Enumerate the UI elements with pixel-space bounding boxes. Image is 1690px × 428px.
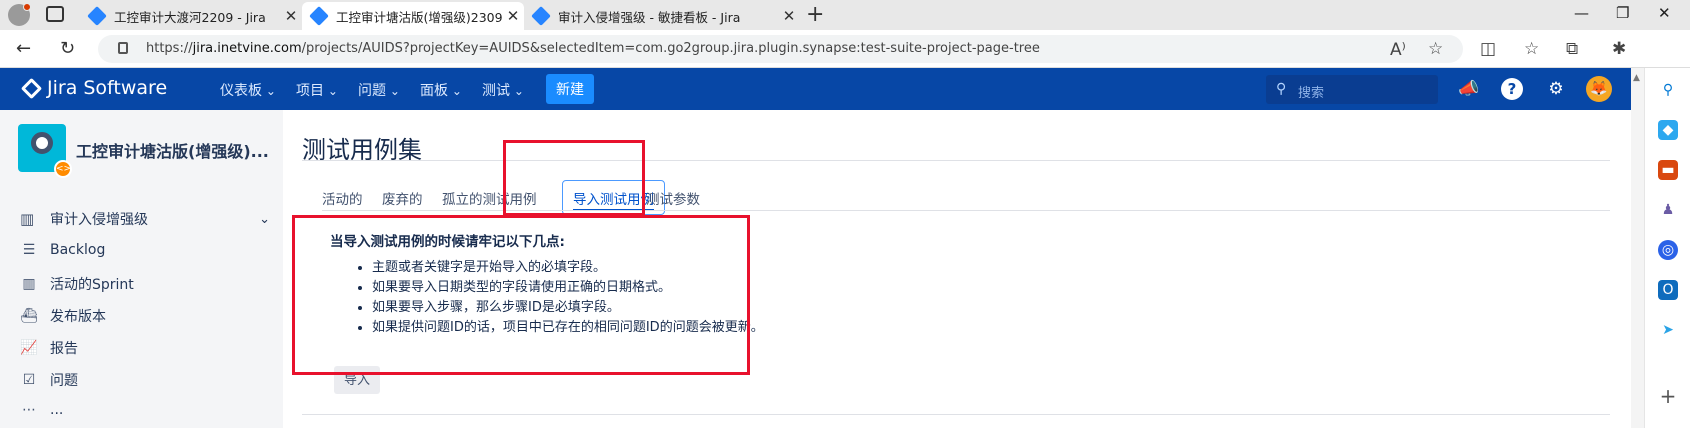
sidebar-item-label: 活动的Sprint — [50, 277, 134, 293]
edge-search-icon[interactable]: ⚲ — [1658, 80, 1678, 100]
new-tab-button[interactable]: + — [806, 2, 824, 27]
sidebar-item-more[interactable]: ⋯... — [20, 402, 63, 418]
favorites-icon[interactable]: ☆ — [1524, 39, 1539, 59]
search-input[interactable]: ⚲ 搜索 — [1266, 75, 1438, 104]
project-avatar[interactable]: <> — [18, 124, 72, 178]
menu-dashboards[interactable]: 仪表板 — [220, 80, 276, 100]
url-field[interactable]: https://jira.inetvine.com/projects/AUIDS… — [98, 35, 1463, 63]
edge-add-icon[interactable]: + — [1658, 386, 1678, 406]
close-tab-icon[interactable]: ✕ — [280, 7, 302, 25]
favorite-star-icon[interactable]: ☆ — [1428, 39, 1443, 59]
project-sidebar: <> 工控审计塘沽版(增强级)... ▥ 审计入侵增强级 ⌄ ☰ Backlog … — [0, 110, 283, 428]
extensions-icon[interactable]: ✱ — [1612, 39, 1626, 59]
more-icon: ⋯ — [22, 402, 36, 418]
sidebar-item-label: Backlog — [50, 242, 106, 258]
close-window-button[interactable]: ✕ — [1658, 4, 1671, 22]
ship-icon: ⛴ — [20, 308, 38, 324]
jira-favicon-icon — [531, 6, 551, 26]
sprint-board-icon: ▥ — [22, 276, 36, 292]
sidebar-item-label: 报告 — [50, 341, 78, 357]
tab-deprecated[interactable]: 废弃的 — [382, 188, 423, 208]
chart-line-icon: 📈 — [20, 340, 38, 356]
board-name: 审计入侵增强级 — [50, 212, 148, 228]
url-prefix: https:// — [146, 41, 193, 56]
tab-actions-icon[interactable] — [46, 6, 64, 22]
lock-icon[interactable] — [118, 42, 128, 54]
url-host: jira.inetvine.com — [192, 41, 302, 56]
board-switcher[interactable]: ▥ 审计入侵增强级 ⌄ — [20, 209, 270, 229]
edge-shopping-icon[interactable]: ◆ — [1658, 120, 1678, 140]
sidebar-item-label: ... — [50, 402, 64, 418]
refresh-icon[interactable]: ↻ — [60, 38, 75, 59]
sidebar-item-issues[interactable]: ☑ 问题 — [20, 370, 78, 390]
annotation-box-tab — [503, 140, 645, 216]
sidebar-item-backlog[interactable]: ☰ Backlog — [20, 242, 106, 258]
browser-tab-title: 工控审计大渡河2209 - Jira — [114, 9, 266, 25]
sidebar-item-label: 问题 — [50, 373, 78, 389]
url-text: https://jira.inetvine.com/projects/AUIDS… — [146, 41, 1040, 56]
edge-send-icon[interactable]: ➤ — [1658, 320, 1678, 340]
jira-logo-icon — [20, 77, 43, 99]
board-icon: ▥ — [20, 210, 35, 228]
title-divider — [302, 160, 1610, 161]
create-button[interactable]: 新建 — [546, 74, 594, 104]
search-icon: ⚲ — [1276, 81, 1287, 97]
browser-tab-strip: 工控审计大渡河2209 - Jira ✕ 工控审计塘沽版(增强级)2309 - … — [0, 0, 1690, 30]
minimize-button[interactable]: — — [1574, 4, 1589, 22]
notification-dot — [23, 3, 31, 11]
project-name[interactable]: 工控审计塘沽版(增强级)... — [76, 138, 269, 162]
profile-avatar[interactable] — [8, 3, 31, 26]
user-avatar[interactable]: 🦊 — [1586, 76, 1612, 102]
sidebar-item-reports[interactable]: 📈 报告 — [20, 338, 78, 358]
help-icon[interactable]: ? — [1501, 78, 1523, 100]
edge-tools-icon[interactable]: ▬ — [1658, 160, 1678, 180]
sidebar-item-label: 发布版本 — [50, 309, 106, 325]
browser-tab-1[interactable]: 工控审计大渡河2209 - Jira ✕ — [80, 2, 302, 30]
search-placeholder: 搜索 — [1298, 86, 1325, 101]
browser-tab-title: 工控审计塘沽版(增强级)2309 - Ji — [336, 9, 502, 25]
edge-outlook-icon[interactable]: O — [1658, 280, 1678, 300]
split-screen-icon[interactable]: ◫ — [1480, 39, 1496, 59]
menu-projects[interactable]: 项目 — [296, 80, 338, 100]
browser-tab-title: 审计入侵增强级 - 敏捷看板 - Jira — [558, 9, 741, 25]
back-arrow-icon[interactable]: ← — [16, 38, 31, 59]
jira-logo[interactable]: Jira Software — [20, 77, 168, 99]
sidebar-item-releases[interactable]: ⛴ 发布版本 — [20, 306, 106, 326]
tab-active[interactable]: 活动的 — [322, 188, 363, 208]
jira-header: Jira Software 仪表板 项目 问题 面板 测试 新建 ⚲ 搜索 📣 … — [0, 68, 1631, 110]
browser-tab-2[interactable]: 工控审计塘沽版(增强级)2309 - Ji ✕ — [302, 2, 524, 30]
menu-boards[interactable]: 面板 — [420, 80, 462, 100]
edge-office-icon[interactable]: ◎ — [1658, 240, 1678, 260]
notifications-megaphone-icon[interactable]: 📣 — [1456, 76, 1482, 102]
url-path: /projects/AUIDS?projectKey=AUIDS&selecte… — [301, 41, 1040, 56]
close-tab-icon[interactable]: ✕ — [778, 7, 800, 25]
issues-icon: ☑ — [22, 372, 36, 388]
settings-gear-icon[interactable]: ⚙ — [1543, 76, 1569, 102]
project-type-badge-icon: <> — [54, 160, 72, 178]
content-divider — [302, 414, 1610, 415]
menu-tests[interactable]: 测试 — [482, 80, 524, 100]
backlog-icon: ☰ — [22, 242, 36, 258]
scroll-up-arrow-icon[interactable]: ▲ — [1633, 73, 1640, 83]
tab-test-parameters[interactable]: 测试参数 — [646, 188, 700, 208]
read-aloud-icon[interactable]: A⁾ — [1390, 40, 1406, 60]
jira-logo-text: Jira Software — [47, 77, 168, 99]
collections-icon[interactable]: ⧉ — [1566, 39, 1578, 59]
restore-button[interactable]: ❐ — [1616, 4, 1629, 22]
project-avatar-eye-icon — [31, 132, 53, 154]
chevron-down-icon: ⌄ — [259, 211, 270, 227]
edge-games-icon[interactable]: ♟ — [1658, 200, 1678, 220]
menu-issues[interactable]: 问题 — [358, 80, 400, 100]
sidebar-item-active-sprint[interactable]: ▥ 活动的Sprint — [20, 274, 134, 294]
jira-favicon-icon — [309, 6, 329, 26]
annotation-box-notice — [292, 215, 750, 375]
page-scrollbar[interactable]: ▲ — [1631, 68, 1644, 428]
edge-sidebar: ⚲ ◆ ▬ ♟ ◎ O ➤ + — [1644, 68, 1690, 428]
address-bar-row: ← ↻ https://jira.inetvine.com/projects/A… — [0, 30, 1690, 68]
browser-tab-3[interactable]: 审计入侵增强级 - 敏捷看板 - Jira ✕ — [524, 2, 800, 30]
close-tab-icon[interactable]: ✕ — [502, 7, 524, 25]
jira-favicon-icon — [87, 6, 107, 26]
